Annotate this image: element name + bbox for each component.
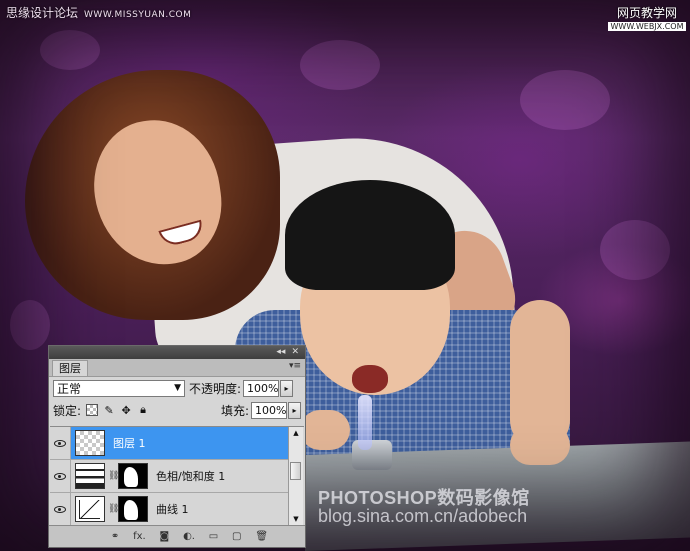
layer-thumbnail <box>75 430 105 456</box>
add-mask-icon[interactable]: ◙ <box>160 531 170 542</box>
visibility-toggle[interactable] <box>50 460 71 492</box>
lock-transparency-icon[interactable] <box>86 404 99 416</box>
eye-icon <box>54 505 66 513</box>
chevron-down-icon: ▼ <box>174 383 181 393</box>
blend-mode-value: 正常 <box>57 381 82 396</box>
fill-field[interactable]: 100% <box>251 401 287 419</box>
top-right-watermark: 网页教学网 WWW.WEBJX.COM <box>608 4 686 31</box>
adjustment-thumbnail <box>75 463 105 489</box>
trash-icon[interactable]: 🗑 <box>255 531 268 542</box>
panel-tab-bar: 图层 ▾≡ <box>49 359 305 377</box>
chain-link-icon[interactable]: ⛓ <box>108 504 119 514</box>
fill-label: 填充: <box>220 403 249 418</box>
layer-mask-thumbnail[interactable] <box>118 496 148 522</box>
new-group-icon[interactable]: ▭ <box>209 531 218 542</box>
fill-slider-button[interactable]: ▸ <box>288 401 301 419</box>
collapse-icon[interactable]: ◂◂ <box>276 346 285 359</box>
layers-scrollbar[interactable]: ▲ ▼ <box>288 427 303 525</box>
layer-mask-thumbnail[interactable] <box>118 463 148 489</box>
adjustment-icon[interactable]: ◐. <box>183 531 195 542</box>
close-icon[interactable]: ✕ <box>291 346 299 359</box>
link-icon[interactable]: ⚭ <box>111 531 119 542</box>
layer-row-curves[interactable]: ⛓ 曲线 1 <box>50 493 290 525</box>
lock-label: 锁定: <box>53 403 82 418</box>
lock-fill-row: 锁定: ✎ ✥ 🔒︎ 填充: 100% ▸ <box>49 399 305 421</box>
layers-panel: ◂◂ ✕ 图层 ▾≡ 正常 ▼ 不透明度: 100% ▸ 锁定: ✎ ✥ 🔒︎ … <box>48 345 306 548</box>
panel-menu-icon[interactable]: ▾≡ <box>289 361 301 371</box>
opacity-label: 不透明度: <box>189 381 242 396</box>
layer-row-hue-saturation[interactable]: ⛓ 色相/饱和度 1 <box>50 460 290 493</box>
blend-opacity-row: 正常 ▼ 不透明度: 100% ▸ <box>49 377 305 399</box>
top-left-watermark-url: WWW.MISSYUAN.COM <box>84 10 192 20</box>
photo-blog-watermark: blog.sina.com.cn/adobech <box>318 506 528 526</box>
scroll-thumb[interactable] <box>290 462 301 480</box>
top-right-watermark-url: WWW.WEBJX.COM <box>608 22 686 31</box>
blend-mode-select[interactable]: 正常 ▼ <box>53 379 185 397</box>
lock-all-icon[interactable]: 🔒︎ <box>137 403 149 416</box>
new-layer-icon[interactable]: ▢ <box>232 531 241 542</box>
fx-icon[interactable]: fx. <box>133 531 146 542</box>
layer-name: 曲线 1 <box>156 503 189 516</box>
opacity-slider-button[interactable]: ▸ <box>280 379 294 397</box>
layer-name: 色相/饱和度 1 <box>156 470 226 483</box>
lock-pixels-icon[interactable]: ✎ <box>103 404 115 417</box>
eye-icon <box>54 439 66 447</box>
top-right-watermark-title: 网页教学网 <box>616 6 677 20</box>
top-left-watermark: 思缘设计论坛 WWW.MISSYUAN.COM <box>6 4 191 21</box>
panel-title-bar[interactable]: ◂◂ ✕ <box>49 346 305 359</box>
layers-list: 图层 1 ⛓ 色相/饱和度 1 ⛓ 曲线 1 ▲ ▼ <box>50 426 304 525</box>
layer-name: 图层 1 <box>113 437 146 450</box>
chain-link-icon[interactable]: ⛓ <box>108 471 119 481</box>
eye-icon <box>54 472 66 480</box>
tab-layers[interactable]: 图层 <box>52 360 88 376</box>
visibility-toggle[interactable] <box>50 427 71 459</box>
visibility-toggle[interactable] <box>50 493 71 525</box>
opacity-field[interactable]: 100% <box>243 379 280 397</box>
top-left-watermark-title: 思缘设计论坛 <box>6 6 79 20</box>
layer-row-layer-1[interactable]: 图层 1 <box>50 427 290 460</box>
panel-bottom-toolbar: ⚭ fx. ◙ ◐. ▭ ▢ 🗑 <box>49 525 305 547</box>
scroll-up-icon[interactable]: ▲ <box>289 427 303 439</box>
lock-position-icon[interactable]: ✥ <box>120 404 132 417</box>
adjustment-thumbnail <box>75 496 105 522</box>
scroll-down-icon[interactable]: ▼ <box>289 513 303 525</box>
